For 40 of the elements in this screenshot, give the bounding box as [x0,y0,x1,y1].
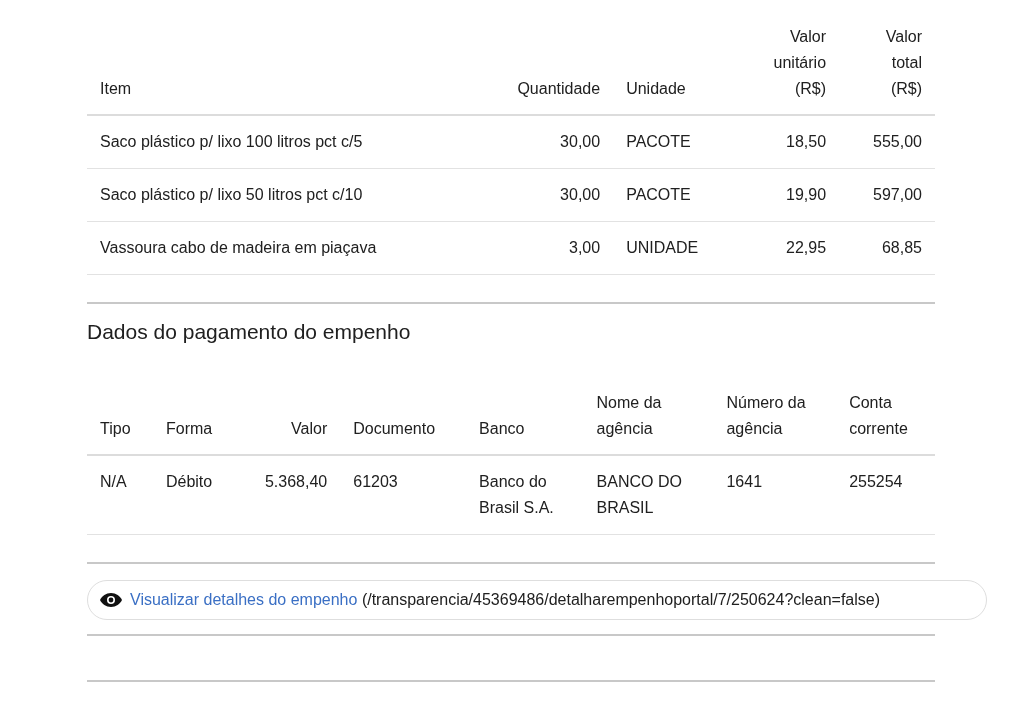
table-cell: 1641 [713,454,837,534]
table-cell: 18,50 [738,115,840,169]
table-cell: 5.368,40 [237,454,341,534]
column-header: Documento [340,377,467,455]
table-cell: 3,00 [473,221,614,275]
column-header: Nome da agência [583,377,714,455]
table-cell: 61203 [340,454,467,534]
details-link[interactable]: Visualizar detalhes do empenho [130,590,358,608]
column-header: Tipo [87,377,153,455]
table-cell: 68,85 [839,221,935,275]
column-header: Valor total (R$) [839,12,935,115]
table-cell: 22,95 [738,221,840,275]
column-header: Quantidade [473,12,614,115]
section-title: Dados do pagamento do empenho [87,319,412,345]
table-cell: 555,00 [839,115,935,169]
table-cell: Saco plástico p/ lixo 50 litros pct c/10 [87,168,474,222]
table-cell: PACOTE [613,168,739,222]
table-cell: Saco plástico p/ lixo 100 litros pct c/5 [87,115,474,169]
table-cell: Débito [152,454,238,534]
table-cell: N/A [87,454,153,534]
table-cell: UNIDADE [613,221,739,275]
column-header: Número da agência [713,377,837,455]
column-header: Conta corrente [836,377,935,455]
eye-icon [100,592,122,607]
table-cell: BANCO DO BRASIL [583,454,714,534]
table-cell: 19,90 [738,168,840,222]
table-cell: 255254 [836,454,935,534]
url-text: (/transparencia/45369486/detalharempenhoportal/7/250624?clean=false) [361,590,881,608]
column-header: Unidade [613,12,739,115]
table-cell: PACOTE [613,115,739,169]
table-cell: Vassoura cabo de madeira em piaçava [87,221,474,275]
column-header: Valor unitário (R$) [738,12,840,115]
column-header: Banco [466,377,584,455]
table-cell: 30,00 [473,168,614,222]
table-cell: Banco do Brasil S.A. [466,454,584,534]
table-cell: 30,00 [473,115,614,169]
column-header: Item [87,12,474,115]
table-cell: 597,00 [839,168,935,222]
column-header: Valor [237,377,341,455]
column-header: Forma [152,377,238,455]
